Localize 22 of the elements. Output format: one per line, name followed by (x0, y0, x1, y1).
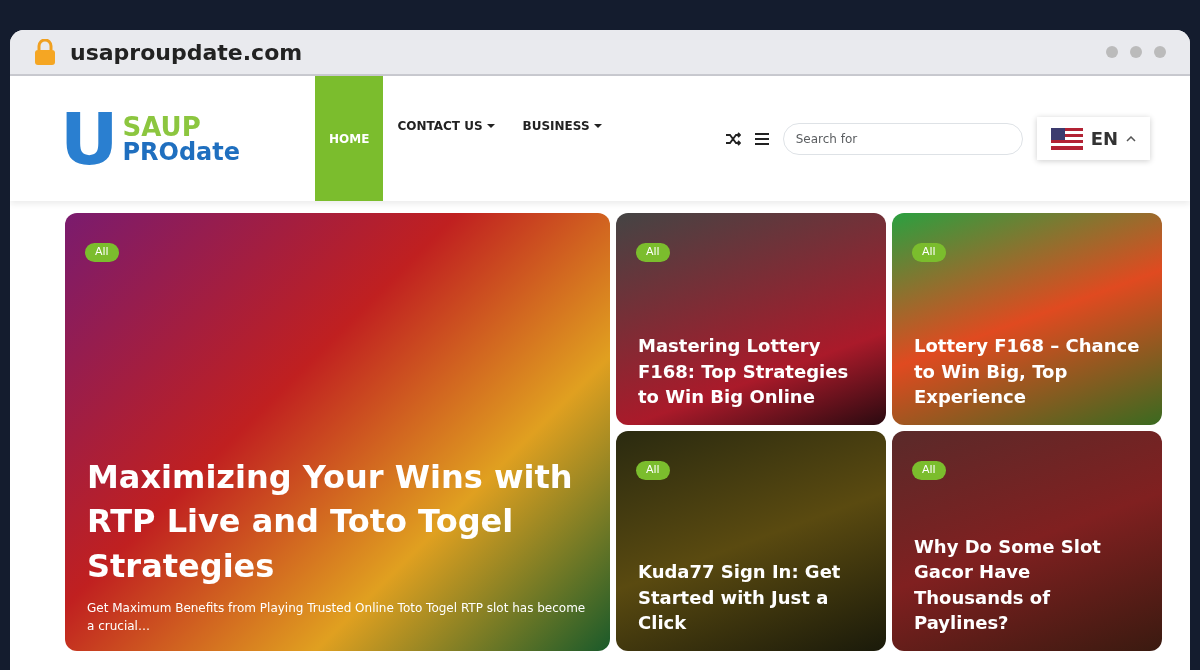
post-title[interactable]: Kuda77 Sign In: Get Started with Just a Click (638, 559, 864, 635)
address-url[interactable]: usaproupdate.com (70, 35, 303, 69)
post-card[interactable]: All Kuda77 Sign In: Get Started with Just a Click (616, 431, 886, 651)
chevron-up-icon (1126, 135, 1136, 142)
post-title[interactable]: Why Do Some Slot Gacor Have Thousands of Paylines? (914, 534, 1140, 635)
nav-link[interactable]: BUSINESS (508, 76, 616, 176)
post-card[interactable]: All Lottery F168 – Chance to Win Big, Top Experience (892, 213, 1162, 425)
post-excerpt: Get Maximum Benefits from Playing Trusted Online Toto Togel RTP slot has become a crucial… (87, 600, 587, 635)
menu-icon[interactable] (754, 132, 769, 145)
post-card[interactable]: All Why Do Some Slot Gacor Have Thousands of Paylines? (892, 431, 1162, 651)
post-title[interactable]: Lottery F168 – Chance to Win Big, Top Experience (914, 333, 1140, 409)
flag-icon (1050, 127, 1083, 150)
post-title[interactable]: Mastering Lottery F168: Top Strategies to Win Big Online (638, 333, 864, 409)
search-field[interactable]: Search for (782, 122, 1023, 155)
shuffle-icon[interactable] (724, 131, 741, 146)
nav-link[interactable]: CONTACT US (383, 76, 509, 176)
post-card[interactable]: All Mastering Lottery F168: Top Strategies to Win Big Online (616, 213, 886, 425)
post-title[interactable]: Maximizing Your Wins with RTP Live and Toto Togel Strategies (87, 454, 588, 589)
window-controls-icon (1106, 46, 1166, 58)
language-selector[interactable]: EN (1036, 117, 1150, 160)
post-card[interactable]: All Maximizing Your Wins with RTP Live and Toto Togel Strategies Get Maximum Benefits from Playing Trusted Online Toto Togel RTP slot has become a crucial… (65, 213, 610, 651)
lock-icon (34, 39, 56, 65)
